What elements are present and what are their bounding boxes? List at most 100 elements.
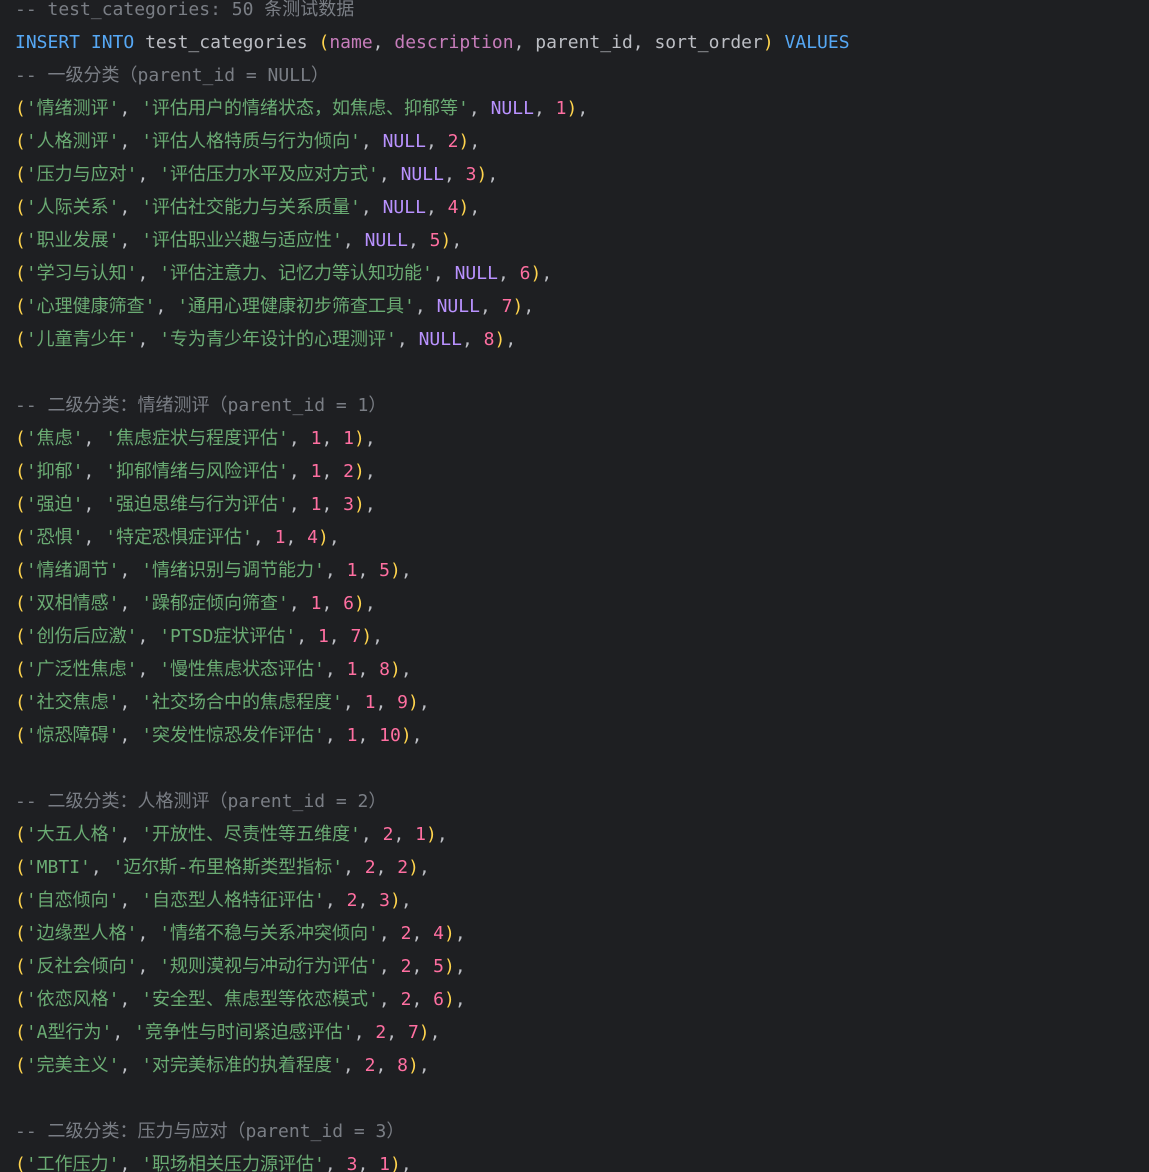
code-line[interactable]: ('人格测评', '评估人格特质与行为倾向', NULL, 2), <box>15 125 1149 158</box>
code-line[interactable]: ('A型行为', '竞争性与时间紧迫感评估', 2, 7), <box>15 1016 1149 1049</box>
punctuation: , <box>468 98 491 119</box>
code-line[interactable]: ('广泛性焦虑', '慢性焦虑状态评估', 1, 8), <box>15 653 1149 686</box>
string-literal: '对完美标准的执着程度' <box>141 1055 343 1076</box>
string-literal: '通用心理健康初步筛查工具' <box>177 296 415 317</box>
code-line[interactable]: -- 二级分类：人格测评（parent_id = 2） <box>15 785 1149 818</box>
punctuation: , <box>418 857 430 878</box>
punctuation: , <box>112 1022 135 1043</box>
number-literal: 5 <box>433 956 444 977</box>
code-content[interactable]: -- test_categories: 50 条测试数据 INSERT INTO … <box>15 0 1149 1172</box>
code-line[interactable]: ('惊恐障碍', '突发性惊恐发作评估', 1, 10), <box>15 719 1149 752</box>
punctuation: , <box>487 164 499 185</box>
code-line[interactable]: ('职业发展', '评估职业兴趣与适应性', NULL, 5), <box>15 224 1149 257</box>
number-literal: 2 <box>447 131 459 152</box>
code-line[interactable]: -- test_categories: 50 条测试数据 <box>15 0 1149 26</box>
string-literal: '评估用户的情绪状态，如焦虑、抑郁等' <box>141 98 469 119</box>
code-line[interactable]: -- 一级分类（parent_id = NULL） <box>15 59 1149 92</box>
code-line[interactable]: ('情绪测评', '评估用户的情绪状态，如焦虑、抑郁等', NULL, 1), <box>15 92 1149 125</box>
null-literal: NULL <box>490 98 534 119</box>
number-literal: 1 <box>379 1154 390 1172</box>
punctuation: , <box>378 956 401 977</box>
string-literal: '特定恐惧症评估' <box>105 527 253 548</box>
code-line[interactable]: ('焦虑', '焦虑症状与程度评估', 1, 1), <box>15 422 1149 455</box>
code-line[interactable]: ('社交焦虑', '社交场合中的焦虑程度', 1, 9), <box>15 686 1149 719</box>
null-literal: NULL <box>364 230 408 251</box>
number-literal: 9 <box>397 692 408 713</box>
code-line[interactable]: INSERT INTO test_categories (name, descr… <box>15 26 1149 59</box>
string-literal: '人格测评' <box>25 131 120 152</box>
punctuation: , <box>400 890 412 911</box>
code-line[interactable]: ('反社会倾向', '规则漠视与冲动行为评估', 2, 5), <box>15 950 1149 983</box>
string-literal: '规则漠视与冲动行为评估' <box>159 956 379 977</box>
string-literal: '突发性惊恐发作评估' <box>141 725 325 746</box>
punctuation: , <box>418 692 430 713</box>
code-line[interactable] <box>15 752 1149 785</box>
code-line[interactable]: ('情绪调节', '情绪识别与调节能力', 1, 5), <box>15 554 1149 587</box>
number-literal: 8 <box>379 659 390 680</box>
string-literal: '儿童青少年' <box>25 329 138 350</box>
code-line[interactable]: ('压力与应对', '评估压力水平及应对方式', NULL, 3), <box>15 158 1149 191</box>
code-line[interactable]: ('心理健康筛查', '通用心理健康初步筛查工具', NULL, 7), <box>15 290 1149 323</box>
parenthesis: ( <box>15 989 26 1010</box>
parenthesis: ( <box>15 98 26 119</box>
punctuation: , <box>364 494 376 515</box>
punctuation: , <box>411 989 434 1010</box>
code-line[interactable]: ('学习与认知', '评估注意力、记忆力等认知功能', NULL, 6), <box>15 257 1149 290</box>
punctuation: , <box>119 725 142 746</box>
parenthesis: ) <box>407 1055 419 1076</box>
code-line[interactable]: ('依恋风格', '安全型、焦虑型等依恋模式', 2, 6), <box>15 983 1149 1016</box>
punctuation: , <box>119 593 142 614</box>
code-line[interactable]: ('MBTI', '迈尔斯-布里格斯类型指标', 2, 2), <box>15 851 1149 884</box>
string-literal: '竞争性与时间紧迫感评估' <box>134 1022 354 1043</box>
code-line[interactable]: ('双相情感', '躁郁症倾向筛查', 1, 6), <box>15 587 1149 620</box>
parenthesis: ( <box>15 131 26 152</box>
code-line[interactable] <box>15 356 1149 389</box>
string-literal: '职业发展' <box>25 230 120 251</box>
parenthesis: ) <box>530 263 542 284</box>
parenthesis: ) <box>512 296 524 317</box>
number-literal: 3 <box>465 164 477 185</box>
code-line[interactable]: ('边缘型人格', '情绪不稳与关系冲突倾向', 2, 4), <box>15 917 1149 950</box>
code-line[interactable]: ('人际关系', '评估社交能力与关系质量', NULL, 4), <box>15 191 1149 224</box>
parenthesis: ( <box>15 494 26 515</box>
number-literal: 1 <box>310 461 322 482</box>
code-line[interactable]: ('创伤后应激', 'PTSD症状评估', 1, 7), <box>15 620 1149 653</box>
code-editor[interactable]: -- test_categories: 50 条测试数据 INSERT INTO … <box>0 0 1149 1172</box>
punctuation: , <box>357 1154 380 1172</box>
code-line[interactable]: ('大五人格', '开放性、尽责性等五维度', 2, 1), <box>15 818 1149 851</box>
parenthesis: ( <box>15 956 26 977</box>
code-line[interactable]: ('儿童青少年', '专为青少年设计的心理测评', NULL, 8), <box>15 323 1149 356</box>
number-literal: 1 <box>310 494 322 515</box>
code-line[interactable]: ('恐惧', '特定恐惧症评估', 1, 4), <box>15 521 1149 554</box>
number-literal: 2 <box>364 857 376 878</box>
number-literal: 2 <box>382 824 394 845</box>
code-line[interactable] <box>15 1082 1149 1115</box>
code-line[interactable]: ('强迫', '强迫思维与行为评估', 1, 3), <box>15 488 1149 521</box>
code-line[interactable]: -- 二级分类：压力与应对（parent_id = 3） <box>15 1115 1149 1148</box>
string-literal: '双相情感' <box>25 593 120 614</box>
number-literal: 2 <box>397 857 409 878</box>
punctuation: , <box>411 923 434 944</box>
punctuation: , <box>137 626 160 647</box>
code-line[interactable]: ('完美主义', '对完美标准的执着程度', 2, 8), <box>15 1049 1149 1082</box>
punctuation: , <box>523 296 535 317</box>
code-line[interactable]: ('工作压力', '职场相关压力源评估', 3, 1), <box>15 1148 1149 1172</box>
code-line[interactable]: ('抑郁', '抑郁情绪与风险评估', 1, 2), <box>15 455 1149 488</box>
parenthesis: ( <box>15 428 26 449</box>
punctuation: , <box>469 131 481 152</box>
punctuation: , <box>137 263 160 284</box>
number-literal: 2 <box>343 461 354 482</box>
punctuation: , <box>328 527 340 548</box>
punctuation: , <box>119 890 142 911</box>
punctuation: , <box>386 1022 408 1043</box>
parenthesis: ( <box>15 857 26 878</box>
punctuation: , <box>533 98 556 119</box>
punctuation: , <box>324 725 347 746</box>
code-line[interactable]: -- 二级分类：情绪测评（parent_id = 1） <box>15 389 1149 422</box>
parenthesis: ( <box>15 824 26 845</box>
string-literal: '安全型、焦虑型等依恋模式' <box>141 989 379 1010</box>
column-name: name <box>329 32 373 53</box>
punctuation <box>774 32 785 53</box>
parenthesis: ) <box>317 527 329 548</box>
code-line[interactable]: ('自恋倾向', '自恋型人格特征评估', 2, 3), <box>15 884 1149 917</box>
